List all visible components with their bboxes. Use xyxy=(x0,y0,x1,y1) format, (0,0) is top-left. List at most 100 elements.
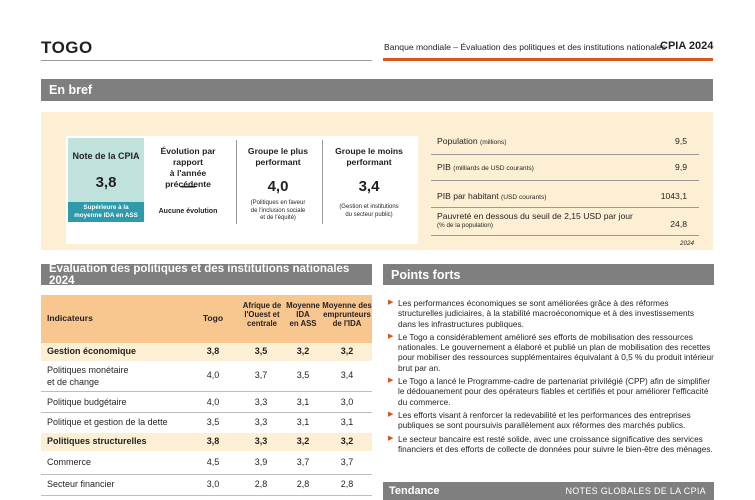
row-rule xyxy=(41,412,372,413)
evolution-value: — xyxy=(180,178,196,195)
row-rule xyxy=(41,474,372,475)
separator xyxy=(236,140,237,224)
row-label-line1: Politiques monétaire xyxy=(47,365,129,375)
stat-label-text: Pauvreté en dessous du seuil de 2,15 USD… xyxy=(437,211,633,221)
row-label: Gestion économique xyxy=(47,346,137,356)
row-ao: 3,3 xyxy=(254,417,268,427)
th-ida-line1: Moyenne xyxy=(286,301,320,310)
triangle-right-icon: ▶ xyxy=(388,332,394,340)
list-item: ▶ Les performances économiques se sont am… xyxy=(388,298,714,329)
th-ida: Moyenne IDA en ASS xyxy=(283,301,323,328)
stat-label-text: PIB par habitant xyxy=(437,191,499,201)
row-emp: 2,8 xyxy=(340,479,354,489)
row-label: Politique budgétaire xyxy=(47,397,127,407)
th-indicators: Indicateurs xyxy=(47,313,93,323)
triangle-right-icon: ▶ xyxy=(388,434,394,442)
stat-unit: (% de la population) xyxy=(437,222,494,229)
row-ao: 2,8 xyxy=(254,479,268,489)
stat-unit: (USD courants) xyxy=(501,194,547,201)
row-ao: 3,7 xyxy=(254,370,268,380)
header-rule-left xyxy=(41,60,372,61)
row-label: Politiques structurelles xyxy=(47,436,147,446)
evolution-title-line1: Évolution par rapport xyxy=(160,146,216,167)
row-ida: 3,7 xyxy=(296,457,310,467)
table-title-bar: Évaluation des politiques et des institu… xyxy=(41,262,372,287)
stat-rule xyxy=(431,180,699,181)
evolution-sub: Aucune évolution xyxy=(158,208,218,215)
table-row: Commerce 4,5 3,9 3,7 3,7 xyxy=(41,453,372,471)
cpia-badge-line2: moyenne IDA en ASS xyxy=(74,212,138,219)
stat-unit: (milliards de USD courants) xyxy=(453,165,534,172)
cpia-badge: Supérieure à la moyenne IDA en ASS xyxy=(68,202,144,222)
cpia-score: 3,8 xyxy=(95,174,117,191)
th-afrique: Afrique de l'Ouest et centrale xyxy=(240,301,284,328)
table-row: Secteur financier 3,0 2,8 2,8 2,8 xyxy=(41,476,372,494)
list-item-text: Les performances économiques se sont amé… xyxy=(398,298,695,329)
row-togo: 3,8 xyxy=(206,436,220,446)
row-ida: 2,8 xyxy=(296,479,310,489)
stat-value: 9,9 xyxy=(675,162,687,172)
row-emp: 3,0 xyxy=(340,397,354,407)
stat-population: Population (millions) 9,5 xyxy=(437,136,695,146)
triangle-right-icon: ▶ xyxy=(388,377,394,385)
country-title: TOGO xyxy=(41,38,93,57)
row-emp: 3,2 xyxy=(340,346,354,356)
tendance-title: Tendance xyxy=(389,485,440,497)
worst-title-line1: Groupe le moins xyxy=(335,146,403,156)
cpia-badge-line1: Supérieure à la xyxy=(83,204,129,211)
row-emp: 3,1 xyxy=(340,417,354,427)
worst-group-title: Groupe le moins performant xyxy=(326,146,412,168)
best-sub-line2: de l'inclusion sociale xyxy=(250,207,306,214)
worst-sub-line2: du secteur public) xyxy=(345,211,393,218)
en-bref-bar: En bref xyxy=(41,79,713,101)
row-togo: 3,0 xyxy=(206,479,220,489)
tendance-subtitle: NOTES GLOBALES DE LA CPIA xyxy=(565,486,706,496)
th-afrique-line2: l'Ouest et xyxy=(244,310,280,319)
stat-pib: PIB (milliards de USD courants) 9,9 xyxy=(437,162,695,172)
row-ao: 3,9 xyxy=(254,457,268,467)
header-rule-right xyxy=(383,58,713,61)
row-label: Secteur financier xyxy=(47,479,115,489)
best-title-line1: Groupe le plus xyxy=(247,146,309,156)
table-title: Évaluation des politiques et des institu… xyxy=(49,262,350,287)
stat-rule xyxy=(431,154,699,155)
best-sub-line1: (Politiques en faveur xyxy=(250,200,306,206)
stat-value: 9,5 xyxy=(675,136,687,146)
header-org: Banque mondiale – Évaluation des politiq… xyxy=(384,42,666,52)
row-togo: 4,5 xyxy=(206,457,220,467)
best-sub-line3: et de l'équité) xyxy=(260,215,296,221)
row-ida: 3,1 xyxy=(296,397,310,407)
list-item-text: Le secteur bancaire est resté solide, av… xyxy=(398,433,713,454)
row-label: Commerce xyxy=(47,457,92,467)
th-afrique-line1: Afrique de xyxy=(242,301,282,310)
table-row: Gestion économique 3,8 3,5 3,2 3,2 xyxy=(41,343,372,361)
row-label-line2: et de change xyxy=(47,377,100,387)
stat-label: Population (millions) xyxy=(437,136,506,146)
points-forts-list: ▶ Les performances économiques se sont am… xyxy=(388,298,714,457)
th-afrique-line3: centrale xyxy=(247,319,277,328)
tendance-bar: Tendance NOTES GLOBALES DE LA CPIA xyxy=(383,482,714,500)
row-togo: 3,8 xyxy=(206,346,220,356)
table-row: Politique budgétaire 4,0 3,3 3,1 3,0 xyxy=(41,393,372,411)
th-emprunteurs: Moyenne des emprunteurs de l'IDA xyxy=(322,301,372,328)
row-rule xyxy=(41,391,372,392)
row-ao: 3,3 xyxy=(254,436,268,446)
stats-year: 2024 xyxy=(680,240,695,247)
worst-group-value: 3,4 xyxy=(358,178,380,195)
stat-rule xyxy=(431,207,699,208)
best-group-title: Groupe le plus performant xyxy=(238,146,318,168)
table-row: Politiques structurelles 3,8 3,3 3,2 3,2 xyxy=(41,433,372,451)
list-item-text: Les efforts visant à renforcer la redeva… xyxy=(398,409,691,431)
th-emp-line2: emprunteurs xyxy=(323,310,371,319)
row-ao: 3,3 xyxy=(254,397,268,407)
th-togo: Togo xyxy=(202,313,224,323)
list-item-text: Le Togo a considérablement amélioré ses … xyxy=(398,331,714,373)
table-row: Politiques monétaire et de change 4,0 3,… xyxy=(41,362,372,392)
triangle-right-icon: ▶ xyxy=(388,410,394,418)
triangle-right-icon: ▶ xyxy=(388,299,394,306)
row-label: Politique et gestion de la dette xyxy=(47,417,168,427)
th-emp-line1: Moyenne des xyxy=(322,301,372,310)
row-ao: 3,5 xyxy=(254,346,268,356)
stat-value: 1043,1 xyxy=(660,191,687,201)
list-item: ▶ Le secteur bancaire est resté solide, a… xyxy=(388,434,714,455)
